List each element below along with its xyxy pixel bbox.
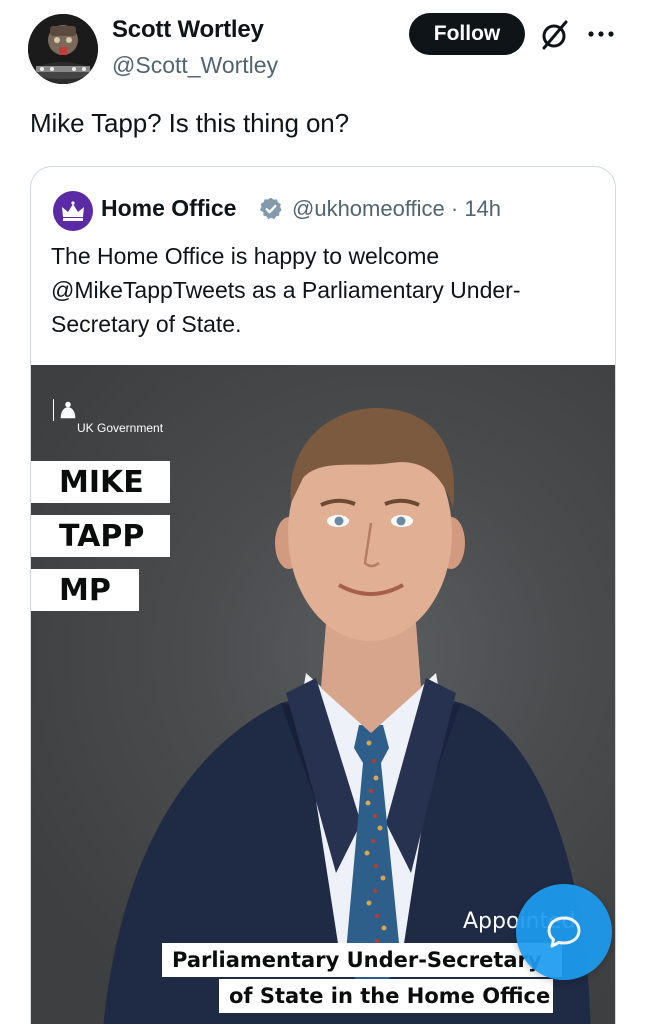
grok-icon[interactable] [538,18,572,52]
chat-bubble-icon [547,916,581,948]
tweet-text: Mike Tapp? Is this thing on? [30,108,350,138]
verified-badge-icon [258,196,284,222]
author-name[interactable]: Scott Wortley [112,16,264,44]
uk-government-logo: UK Government [53,399,163,435]
more-dots-icon[interactable] [586,22,616,46]
quoted-handle-time[interactable]: @ukhomeoffice · 14h [292,196,501,222]
quoted-tweet-card[interactable]: Home Office @ukhomeoffice · 14h The Home… [30,166,616,1024]
name-line-1: MIKE [31,461,170,503]
author-handle[interactable]: @Scott_Wortley [112,52,278,79]
chat-fab-button[interactable] [516,884,612,980]
quoted-author-name[interactable]: Home Office [101,195,236,222]
name-line-2: TAPP [31,515,170,557]
caption-line-2: of State in the Home Office [219,979,553,1013]
caption-line-1: Parliamentary Under-Secretary [162,943,562,977]
name-line-3: MP [31,569,139,611]
follow-button[interactable]: Follow [409,13,525,55]
crest-icon [53,399,76,421]
home-office-avatar[interactable] [53,191,93,231]
quoted-tweet-text: The Home Office is happy to welcome @Mik… [51,243,521,337]
author-avatar[interactable] [28,14,98,84]
uk-government-label: UK Government [77,421,164,435]
